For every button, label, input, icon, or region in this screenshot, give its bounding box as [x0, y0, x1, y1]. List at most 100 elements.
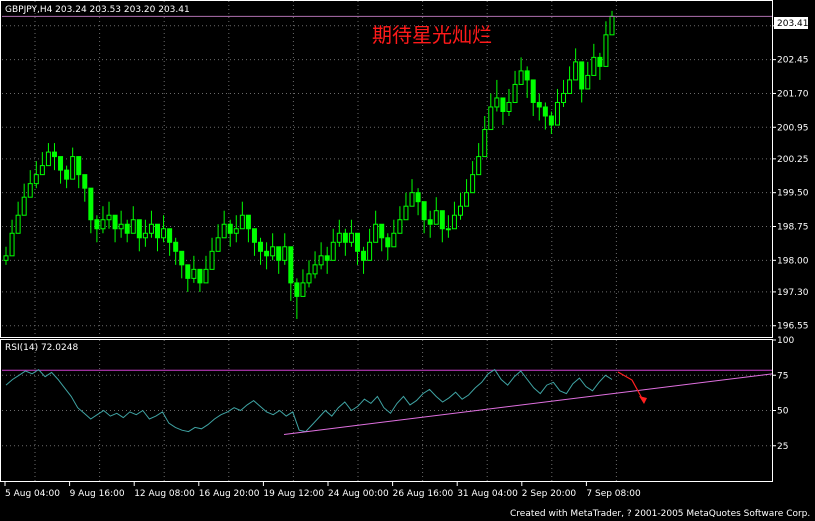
- candle-body[interactable]: [209, 250, 215, 270]
- candle-body[interactable]: [397, 219, 403, 234]
- candle-body[interactable]: [579, 61, 585, 90]
- candle-body[interactable]: [100, 219, 106, 230]
- candle-body[interactable]: [476, 156, 482, 176]
- candle-body[interactable]: [403, 205, 409, 221]
- candle-body[interactable]: [136, 219, 142, 239]
- candle-body[interactable]: [561, 92, 567, 103]
- candle-body[interactable]: [245, 214, 251, 230]
- candle-body[interactable]: [354, 232, 360, 252]
- candle-body[interactable]: [282, 246, 288, 261]
- candle-body[interactable]: [76, 156, 82, 176]
- candle-body[interactable]: [385, 237, 391, 248]
- candle-body[interactable]: [251, 228, 257, 243]
- candle-body[interactable]: [142, 232, 148, 239]
- candle-body[interactable]: [191, 268, 197, 279]
- candle-body[interactable]: [39, 165, 45, 176]
- candle-body[interactable]: [494, 97, 500, 108]
- candle-body[interactable]: [603, 34, 609, 67]
- candle-body[interactable]: [318, 255, 324, 266]
- candle-body[interactable]: [233, 228, 239, 234]
- candle-body[interactable]: [361, 250, 367, 261]
- candle-body[interactable]: [185, 264, 191, 279]
- candle-body[interactable]: [609, 15, 615, 36]
- candle-body[interactable]: [3, 255, 9, 261]
- candle-body[interactable]: [161, 228, 167, 239]
- candle-body[interactable]: [597, 56, 603, 67]
- candle-body[interactable]: [64, 169, 70, 180]
- candle-body[interactable]: [300, 282, 306, 297]
- candle-body[interactable]: [276, 246, 282, 261]
- candle-body[interactable]: [439, 210, 445, 230]
- candle-body[interactable]: [470, 174, 476, 194]
- candle-body[interactable]: [118, 223, 124, 230]
- candle-body[interactable]: [554, 101, 560, 126]
- candle-body[interactable]: [112, 214, 118, 230]
- candle-body[interactable]: [27, 183, 33, 198]
- candle-body[interactable]: [336, 232, 342, 243]
- candle-body[interactable]: [15, 214, 21, 234]
- candle-body[interactable]: [203, 268, 209, 284]
- candle-body[interactable]: [148, 223, 154, 234]
- candle-body[interactable]: [155, 223, 160, 239]
- candle-body[interactable]: [94, 219, 100, 230]
- candle-body[interactable]: [373, 223, 379, 243]
- candle-body[interactable]: [9, 232, 15, 257]
- candle-body[interactable]: [167, 228, 173, 243]
- candle-body[interactable]: [585, 74, 591, 90]
- candle-body[interactable]: [288, 246, 294, 284]
- candle-body[interactable]: [542, 106, 548, 117]
- candle-body[interactable]: [391, 232, 397, 248]
- candle-body[interactable]: [179, 250, 185, 266]
- candle-body[interactable]: [227, 223, 233, 234]
- candle-body[interactable]: [88, 187, 94, 221]
- candle-body[interactable]: [306, 273, 312, 284]
- candle-body[interactable]: [270, 246, 276, 257]
- candle-body[interactable]: [536, 101, 542, 108]
- candle-body[interactable]: [173, 241, 179, 252]
- candle-body[interactable]: [58, 156, 64, 171]
- candle-body[interactable]: [451, 214, 457, 230]
- candle-body[interactable]: [367, 241, 373, 261]
- candle-body[interactable]: [427, 219, 433, 225]
- candle-body[interactable]: [70, 156, 76, 180]
- candle-body[interactable]: [51, 151, 57, 158]
- metatrader-chart-window[interactable]: 203.20202.45201.70200.95200.25199.50198.…: [0, 0, 815, 521]
- candle-body[interactable]: [409, 192, 415, 207]
- candle-body[interactable]: [258, 241, 264, 252]
- candle-body[interactable]: [312, 264, 318, 275]
- candle-body[interactable]: [348, 232, 354, 243]
- candle-body[interactable]: [524, 70, 530, 81]
- candle-body[interactable]: [221, 223, 227, 239]
- candle-body[interactable]: [415, 192, 421, 203]
- candle-body[interactable]: [548, 115, 554, 126]
- candle-body[interactable]: [330, 241, 336, 261]
- candle-body[interactable]: [21, 196, 27, 216]
- candle-body[interactable]: [482, 129, 488, 158]
- candle-body[interactable]: [458, 205, 463, 216]
- candle-body[interactable]: [421, 201, 427, 221]
- candle-body[interactable]: [239, 214, 245, 230]
- candle-body[interactable]: [294, 282, 300, 297]
- candle-body[interactable]: [264, 250, 270, 257]
- candle-body[interactable]: [82, 174, 88, 189]
- candle-body[interactable]: [530, 79, 536, 103]
- candle-body[interactable]: [591, 56, 597, 76]
- candle-body[interactable]: [512, 83, 518, 103]
- candle-body[interactable]: [124, 223, 130, 234]
- candle-body[interactable]: [324, 255, 330, 261]
- candle-body[interactable]: [106, 214, 112, 221]
- candle-body[interactable]: [379, 223, 385, 239]
- candle-body[interactable]: [573, 61, 579, 81]
- candle-body[interactable]: [130, 219, 136, 234]
- candle-body[interactable]: [464, 192, 470, 207]
- candle-body[interactable]: [433, 210, 439, 225]
- candle-body[interactable]: [45, 151, 51, 167]
- candle-body[interactable]: [500, 97, 506, 112]
- chart-canvas[interactable]: 203.20202.45201.70200.95200.25199.50198.…: [0, 0, 815, 521]
- candle-body[interactable]: [488, 106, 494, 131]
- candle-body[interactable]: [506, 101, 512, 112]
- candle-body[interactable]: [445, 228, 451, 231]
- candle-body[interactable]: [567, 79, 573, 94]
- candle-body[interactable]: [215, 237, 221, 252]
- candle-body[interactable]: [33, 174, 39, 185]
